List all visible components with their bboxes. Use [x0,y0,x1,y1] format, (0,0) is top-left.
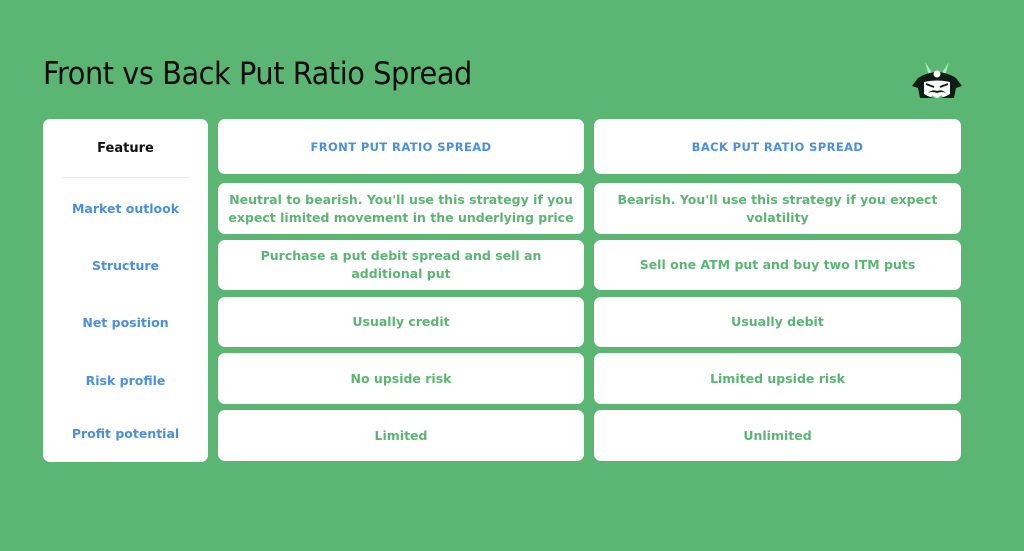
cell-front-net-position: Usually credit [218,297,584,347]
cell-front-profit-potential: Limited [218,410,584,461]
feature-label-structure: Structure [92,257,159,273]
page-title: Front vs Back Put Ratio Spread [43,56,472,92]
feature-label-profit-potential: Profit potential [71,425,180,441]
feature-label-risk-profile: Risk profile [85,373,166,388]
column-header-front: FRONT PUT RATIO SPREAD [218,119,584,174]
cell-front-risk-profile: No upside risk [218,353,584,404]
comparison-infographic: Front vs Back Put Ratio Spread Feature M… [0,0,1024,551]
column-header-back: BACK PUT RATIO SPREAD [594,119,961,174]
feature-header: Feature [97,140,154,156]
cell-front-market-outlook: Neutral to bearish. You'll use this stra… [218,183,584,234]
feature-label-market-outlook: Market outlook [71,201,180,216]
samurai-helmet-icon [912,62,962,102]
divider [61,177,190,178]
cell-back-structure: Sell one ATM put and buy two ITM puts [594,240,961,290]
cell-back-net-position: Usually debit [594,297,961,347]
feature-label-net-position: Net position [82,314,169,330]
cell-front-structure: Purchase a put debit spread and sell an … [218,240,584,290]
cell-back-market-outlook: Bearish. You'll use this strategy if you… [594,183,961,234]
cell-back-profit-potential: Unlimited [594,410,961,461]
cell-back-risk-profile: Limited upside risk [594,353,961,404]
